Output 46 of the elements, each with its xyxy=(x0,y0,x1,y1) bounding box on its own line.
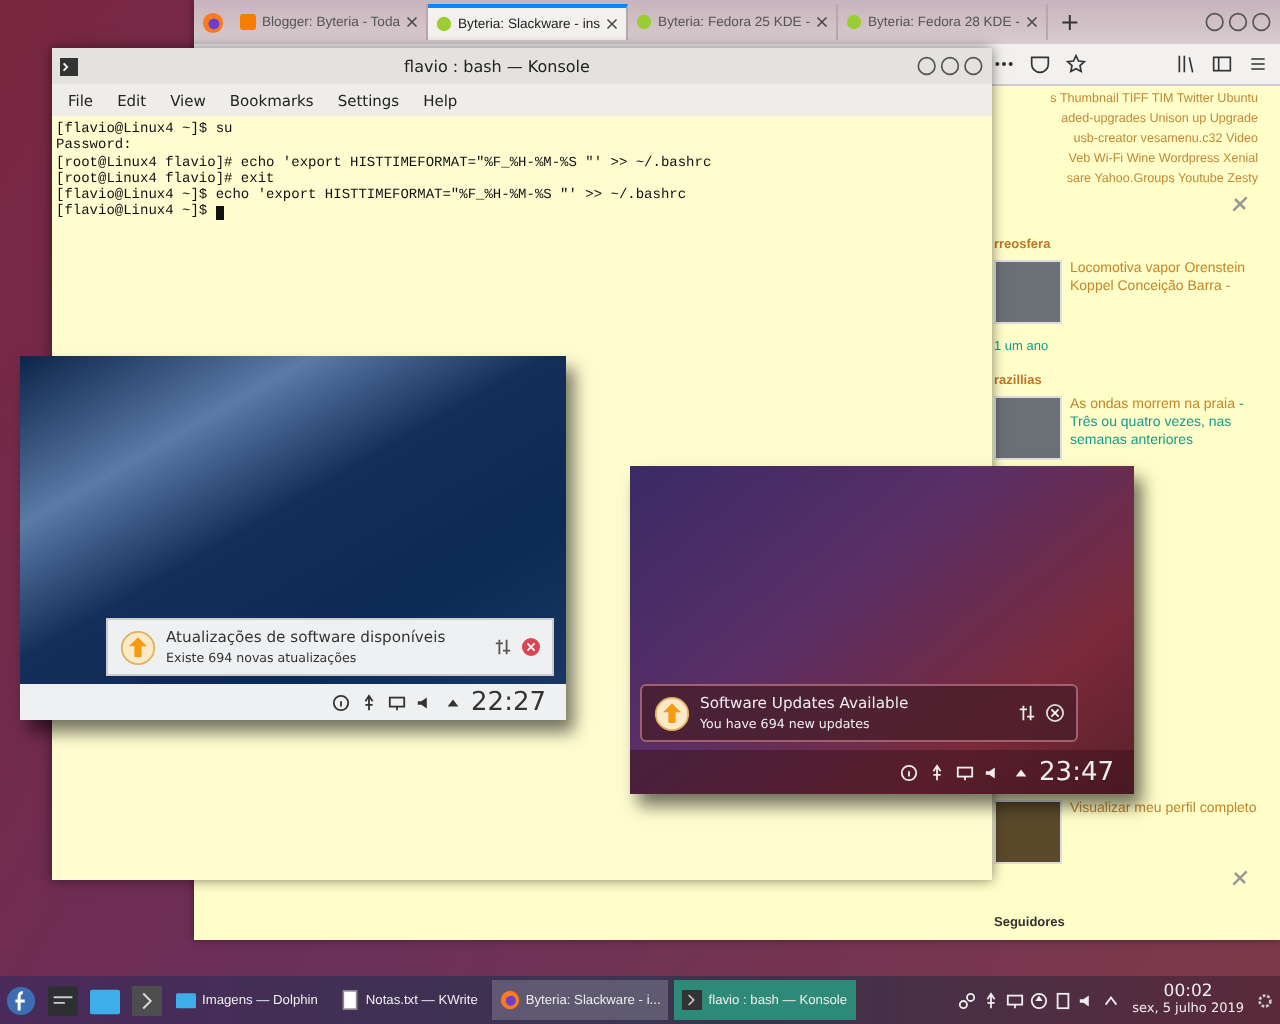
document-icon xyxy=(339,990,360,1010)
close-icon[interactable] xyxy=(1025,16,1038,28)
clock[interactable]: 23:47 xyxy=(1039,757,1114,787)
clock[interactable]: 22:27 xyxy=(471,687,546,717)
sidebar-icon[interactable] xyxy=(1212,54,1232,74)
update-icon[interactable] xyxy=(1030,991,1049,1009)
app-launcher-icon[interactable] xyxy=(6,985,36,1015)
settings-sliders-icon[interactable] xyxy=(494,638,512,656)
browser-logo-icon xyxy=(499,990,520,1010)
settings-icon[interactable] xyxy=(1256,991,1274,1009)
site-favicon-icon xyxy=(436,16,453,32)
close-icon[interactable] xyxy=(406,16,419,28)
monitor-icon[interactable] xyxy=(955,763,974,781)
library-icon[interactable] xyxy=(1176,54,1196,74)
caret-up-icon[interactable] xyxy=(1102,991,1121,1009)
photo-placeholder xyxy=(994,260,1062,324)
avatar-placeholder xyxy=(994,800,1062,864)
window-controls-icon[interactable] xyxy=(916,56,984,76)
terminal-icon xyxy=(682,990,703,1010)
folder-icon xyxy=(176,990,196,1010)
system-monitor-icon[interactable] xyxy=(48,985,78,1015)
usb-icon[interactable] xyxy=(927,763,946,781)
photo-placeholder xyxy=(994,396,1062,460)
network-icon[interactable] xyxy=(958,991,977,1009)
folder-icon[interactable] xyxy=(90,985,120,1015)
monitor-icon[interactable] xyxy=(387,693,406,711)
site-favicon-icon xyxy=(636,14,653,30)
bookmark-star-icon[interactable] xyxy=(1066,54,1086,74)
menu-icon[interactable] xyxy=(1248,54,1268,74)
close-icon[interactable] xyxy=(815,16,828,28)
close-icon[interactable] xyxy=(606,18,619,30)
usb-icon[interactable] xyxy=(982,991,1001,1009)
blog-favicon-icon xyxy=(240,14,256,30)
text-cursor xyxy=(215,206,224,221)
site-favicon-icon xyxy=(845,14,862,30)
new-tab-button[interactable]: + xyxy=(1059,8,1080,36)
browser-logo-icon xyxy=(202,11,224,33)
terminal-icon xyxy=(60,57,78,75)
monitor-icon[interactable] xyxy=(1006,991,1025,1009)
usb-icon[interactable] xyxy=(359,693,378,711)
pocket-icon[interactable] xyxy=(1030,54,1050,74)
info-icon[interactable] xyxy=(331,693,350,711)
window-title: flavio : bash — Konsole xyxy=(402,57,592,75)
terminal-icon[interactable] xyxy=(132,985,162,1015)
clipboard-icon[interactable] xyxy=(1054,991,1073,1009)
window-controls-icon[interactable] xyxy=(1204,12,1272,32)
